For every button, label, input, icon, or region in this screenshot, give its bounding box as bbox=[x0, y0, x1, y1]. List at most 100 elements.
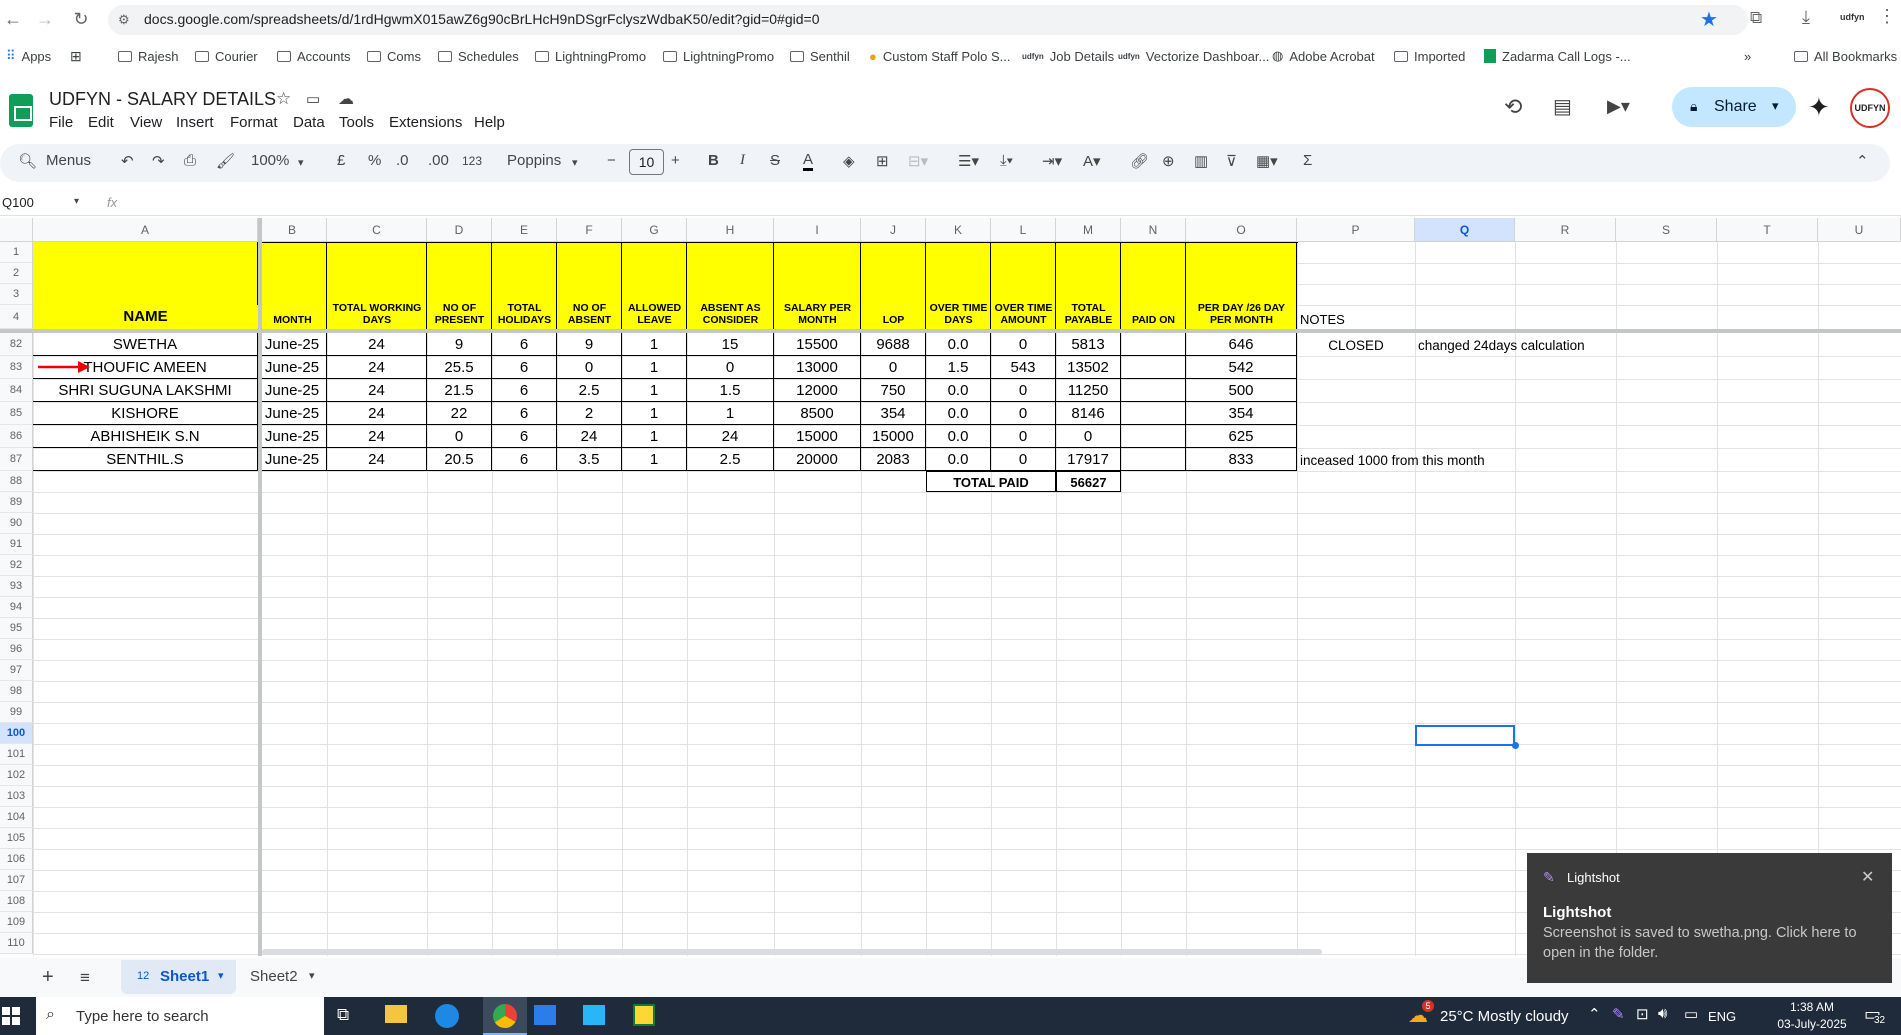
formula-input[interactable] bbox=[140, 194, 1880, 214]
tray-device-icon[interactable]: ⊡ bbox=[1636, 1005, 1649, 1023]
cell-o83[interactable]: 542 bbox=[1186, 356, 1297, 379]
horizontal-scrollbar[interactable] bbox=[262, 949, 1322, 955]
column-header-i[interactable]: I bbox=[774, 218, 861, 242]
menu-view[interactable]: View bbox=[130, 114, 162, 131]
cell-i86[interactable]: 15000 bbox=[774, 425, 861, 448]
cell-f84[interactable]: 2.5 bbox=[557, 379, 622, 402]
insert-chart-icon[interactable]: ▥ bbox=[1194, 152, 1208, 170]
font-select[interactable]: Poppins bbox=[507, 152, 561, 169]
cell-c84[interactable]: 24 bbox=[327, 379, 427, 402]
cell-j86[interactable]: 15000 bbox=[861, 425, 926, 448]
cell-k84[interactable]: 0.0 bbox=[926, 379, 991, 402]
cell-j85[interactable]: 354 bbox=[861, 402, 926, 425]
cell-c82[interactable]: 24 bbox=[327, 333, 427, 356]
bookmark-accounts[interactable]: Accounts bbox=[277, 44, 350, 68]
url-text[interactable]: docs.google.com/spreadsheets/d/1rdHgwmX0… bbox=[144, 11, 820, 27]
row-header-106[interactable]: 106 bbox=[0, 849, 33, 870]
cell-l84[interactable]: 0 bbox=[991, 379, 1056, 402]
cell-e83[interactable]: 6 bbox=[492, 356, 557, 379]
back-icon[interactable]: ← bbox=[2, 8, 24, 30]
row-header-102[interactable]: 102 bbox=[0, 765, 33, 786]
document-title[interactable]: UDFYN - SALARY DETAILS bbox=[49, 89, 276, 110]
cell-h87[interactable]: 2.5 bbox=[687, 448, 774, 471]
star-icon[interactable]: ☆ bbox=[276, 89, 291, 109]
cell-p83[interactable] bbox=[1297, 356, 1415, 379]
column-header-l[interactable]: L bbox=[991, 218, 1056, 242]
cell-q87[interactable] bbox=[1418, 448, 1648, 471]
cell-e86[interactable]: 6 bbox=[492, 425, 557, 448]
fill-color-icon[interactable]: ◈ bbox=[843, 152, 855, 170]
paint-format-icon[interactable]: 🖌︎ bbox=[216, 152, 235, 170]
cell-q85[interactable] bbox=[1418, 402, 1648, 425]
print-icon[interactable]: ⎙ bbox=[184, 152, 196, 169]
row-header-98[interactable]: 98 bbox=[0, 681, 33, 702]
cell-f87[interactable]: 3.5 bbox=[557, 448, 622, 471]
menu-help[interactable]: Help bbox=[474, 114, 505, 131]
cell-d85[interactable]: 22 bbox=[427, 402, 492, 425]
cell-j82[interactable]: 9688 bbox=[861, 333, 926, 356]
cell-g87[interactable]: 1 bbox=[622, 448, 687, 471]
decrease-decimal-button[interactable]: .0 bbox=[396, 152, 409, 169]
bookmark-schedules[interactable]: Schedules bbox=[438, 44, 519, 68]
cell-q83[interactable] bbox=[1418, 356, 1648, 379]
column-header-s[interactable]: S bbox=[1616, 218, 1717, 242]
more-icon[interactable]: ⋮ bbox=[1878, 6, 1896, 27]
clock-date[interactable]: 03-July-2025 bbox=[1762, 1017, 1862, 1031]
bold-icon[interactable]: B bbox=[708, 152, 719, 169]
move-folder-icon[interactable]: ▭ bbox=[306, 90, 320, 108]
cell-h82[interactable]: 15 bbox=[687, 333, 774, 356]
site-info-icon[interactable]: ⚙ bbox=[118, 12, 130, 28]
cell-p85[interactable] bbox=[1297, 402, 1415, 425]
cell-a84[interactable]: SHRI SUGUNA LAKSHMI bbox=[33, 379, 258, 402]
cell-p86[interactable] bbox=[1297, 425, 1415, 448]
cell-n86[interactable] bbox=[1121, 425, 1186, 448]
all-sheets-icon[interactable]: ≡ bbox=[80, 968, 90, 988]
cell-h85[interactable]: 1 bbox=[687, 402, 774, 425]
frozen-row-divider[interactable] bbox=[0, 329, 1901, 333]
lightshot-tray-icon[interactable]: ✎ bbox=[1612, 1005, 1625, 1023]
row-header-91[interactable]: 91 bbox=[0, 534, 33, 555]
bookmark-adobe-acrobat[interactable]: ◍ Adobe Acrobat bbox=[1272, 44, 1375, 68]
menu-extensions[interactable]: Extensions bbox=[389, 114, 462, 131]
column-header-k[interactable]: K bbox=[926, 218, 991, 242]
row-header-92[interactable]: 92 bbox=[0, 555, 33, 576]
row-header-110[interactable]: 110 bbox=[0, 933, 33, 954]
cell-n84[interactable] bbox=[1121, 379, 1186, 402]
cell-q84[interactable] bbox=[1418, 379, 1648, 402]
row-header-88[interactable]: 88 bbox=[0, 471, 33, 492]
chat-app-icon[interactable] bbox=[435, 1004, 459, 1028]
menu-file[interactable]: File bbox=[49, 114, 73, 131]
row-header-93[interactable]: 93 bbox=[0, 576, 33, 597]
cell-a85[interactable]: KISHORE bbox=[33, 402, 258, 425]
cell-p82[interactable]: CLOSED bbox=[1297, 333, 1415, 356]
cell-d86[interactable]: 0 bbox=[427, 425, 492, 448]
row-header-96[interactable]: 96 bbox=[0, 639, 33, 660]
cell-a86[interactable]: ABHISHEIK S.N bbox=[33, 425, 258, 448]
cell-m83[interactable]: 13502 bbox=[1056, 356, 1121, 379]
cell-i87[interactable]: 20000 bbox=[774, 448, 861, 471]
cell-l87[interactable]: 0 bbox=[991, 448, 1056, 471]
cell-q82[interactable]: changed 24days calculation bbox=[1418, 333, 1648, 356]
collapse-toolbar-icon[interactable]: ⌃ bbox=[1856, 152, 1869, 170]
add-sheet-icon[interactable]: + bbox=[42, 966, 54, 989]
cell-l86[interactable]: 0 bbox=[991, 425, 1056, 448]
decrease-font-size-icon[interactable]: − bbox=[607, 152, 616, 169]
spreadsheet-grid[interactable]: ABCDEFGHIJKLMNOPQRSTU 1 2 3 4 82 83 84 85 86 87 88… bbox=[0, 218, 1901, 956]
menu-insert[interactable]: Insert bbox=[176, 114, 214, 131]
cell-k87[interactable]: 0.0 bbox=[926, 448, 991, 471]
cell-m86[interactable]: 0 bbox=[1056, 425, 1121, 448]
name-box[interactable]: Q100 bbox=[2, 195, 34, 210]
selected-cell[interactable] bbox=[1415, 725, 1515, 746]
bookmark-senthil[interactable]: Senthil bbox=[790, 44, 850, 68]
bookmark-all-bookmarks[interactable]: All Bookmarks bbox=[1794, 44, 1897, 68]
cell-b85[interactable]: June-25 bbox=[258, 402, 327, 425]
merge-cells-icon[interactable]: ⊟▾ bbox=[908, 152, 928, 170]
cell-j87[interactable]: 2083 bbox=[861, 448, 926, 471]
row-header-86[interactable]: 86 bbox=[0, 425, 33, 448]
row-header-85[interactable]: 85 bbox=[0, 402, 33, 425]
bookmarks-overflow-icon[interactable]: » bbox=[1744, 44, 1751, 68]
column-header-n[interactable]: N bbox=[1121, 218, 1186, 242]
cell-o86[interactable]: 625 bbox=[1186, 425, 1297, 448]
comments-icon[interactable]: ▤ bbox=[1553, 94, 1572, 119]
column-header-o[interactable]: O bbox=[1186, 218, 1297, 242]
